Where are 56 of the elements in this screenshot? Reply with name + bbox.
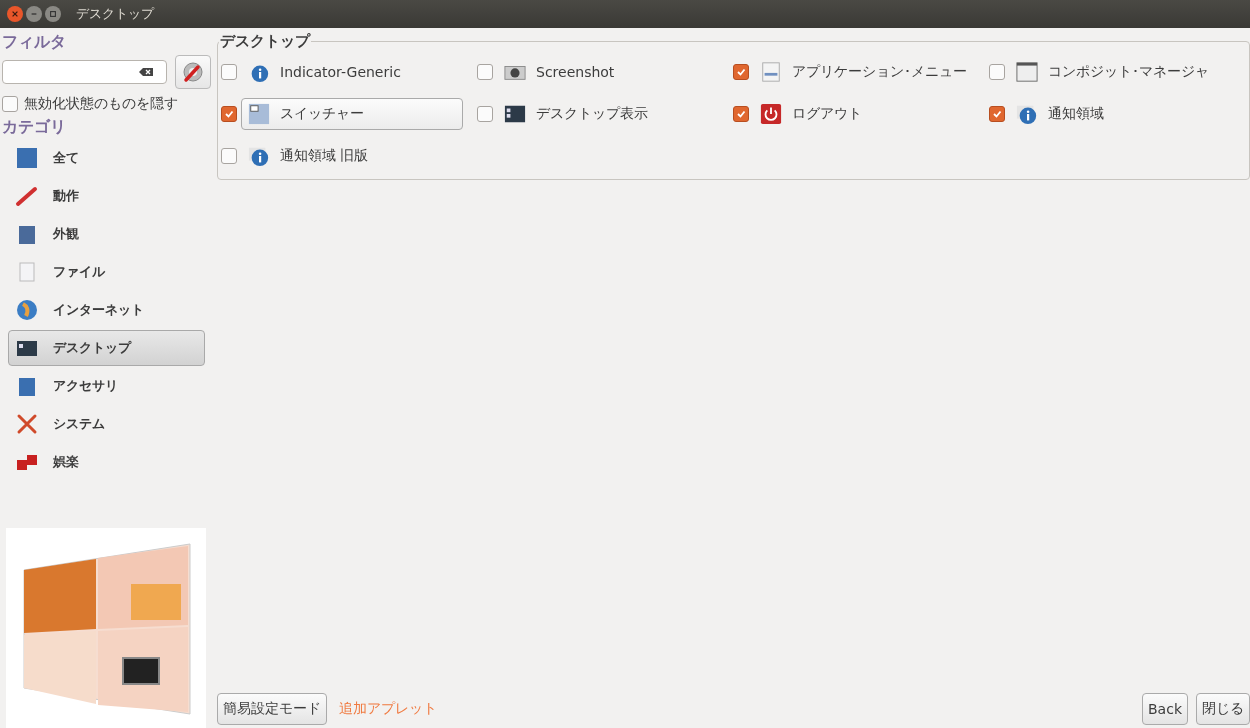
close-button[interactable] xyxy=(7,6,23,22)
info-icon xyxy=(1016,103,1038,125)
category-item[interactable]: 娯楽 xyxy=(8,444,205,480)
window-icon xyxy=(1016,61,1038,83)
plugin-checkbox[interactable] xyxy=(221,106,237,122)
checkbox-label: 無効化状態のものを隠す xyxy=(24,95,178,113)
plugin-checkbox[interactable] xyxy=(989,106,1005,122)
plugin-checkbox[interactable] xyxy=(221,64,237,80)
plugin-button[interactable]: 通知領域 xyxy=(1009,98,1231,130)
filter-heading: フィルタ xyxy=(2,32,67,53)
check-icon xyxy=(736,67,746,77)
category-item[interactable]: ファイル xyxy=(8,254,205,290)
close-icon xyxy=(11,10,19,18)
plugin-checkbox[interactable] xyxy=(221,148,237,164)
configure-button[interactable] xyxy=(175,55,211,89)
check-icon xyxy=(992,109,1002,119)
info-icon xyxy=(248,145,270,167)
category-item[interactable]: 動作 xyxy=(8,178,205,214)
plugin-button[interactable]: Screenshot xyxy=(497,56,719,88)
plugin-checkbox[interactable] xyxy=(989,64,1005,80)
plugin-checkbox[interactable] xyxy=(733,64,749,80)
plugin-button[interactable]: アプリケーション･メニュー xyxy=(753,56,975,88)
check-icon xyxy=(736,109,746,119)
plugin-button[interactable]: デスクトップ表示 xyxy=(497,98,719,130)
simple-mode-button[interactable]: 簡易設定モード xyxy=(217,693,327,725)
category-item[interactable]: システム xyxy=(8,406,205,442)
minimize-button[interactable] xyxy=(26,6,42,22)
power-icon xyxy=(760,103,782,125)
desktop-icon xyxy=(504,103,526,125)
category-item[interactable]: 全て xyxy=(8,140,205,176)
category-item[interactable]: デスクトップ xyxy=(8,330,205,366)
category-heading: カテゴリ xyxy=(2,117,67,138)
menu-list-icon xyxy=(760,61,782,83)
close-window-button[interactable]: 閉じる xyxy=(1196,693,1250,725)
category-item[interactable]: インターネット xyxy=(8,292,205,328)
window-title: デスクトップ xyxy=(76,5,154,23)
plugin-checkbox[interactable] xyxy=(733,106,749,122)
plugin-checkbox[interactable] xyxy=(477,64,493,80)
maximize-button[interactable] xyxy=(45,6,61,22)
plugin-button[interactable]: Indicator-Generic xyxy=(241,56,463,88)
maximize-icon xyxy=(49,10,57,18)
group-title: デスクトップ xyxy=(219,32,311,51)
category-item[interactable]: 外観 xyxy=(8,216,205,252)
check-icon xyxy=(224,109,234,119)
plugin-button[interactable]: スイッチャー xyxy=(241,98,463,130)
category-item[interactable]: アクセサリ xyxy=(8,368,205,404)
clear-icon[interactable] xyxy=(138,67,154,77)
globe-icon xyxy=(15,298,39,322)
plugin-button[interactable]: コンポジット･マネージャ xyxy=(1009,56,1231,88)
back-button[interactable]: Back xyxy=(1142,693,1188,725)
plugin-checkbox[interactable] xyxy=(477,106,493,122)
plugin-button[interactable]: ログアウト xyxy=(753,98,975,130)
switcher-icon xyxy=(248,103,270,125)
plugin-button[interactable]: 通知領域 旧版 xyxy=(241,140,463,172)
search-field[interactable] xyxy=(2,60,167,84)
minimize-icon xyxy=(30,10,38,18)
